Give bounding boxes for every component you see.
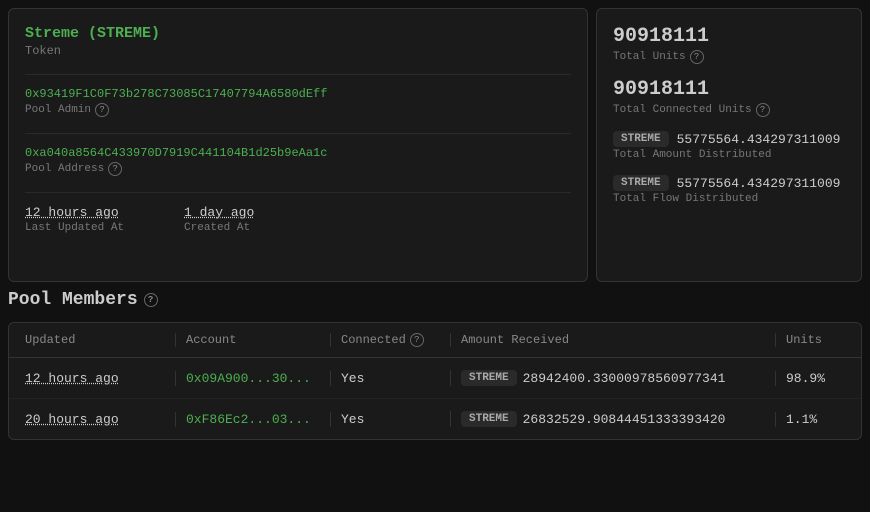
row1-account[interactable]: 0x09A900...30... (175, 371, 330, 386)
pool-admin-label: Pool Admin ? (25, 103, 571, 117)
token-name: Streme (STREME) (25, 25, 571, 42)
pool-members-table: Updated Account Connected ? Amount Recei… (8, 322, 862, 440)
right-stats-panel: 90918111 Total Units ? 90918111 Total Co… (596, 8, 862, 282)
total-amount-distributed-block: STREME 55775564.434297311009 Total Amoun… (613, 131, 845, 161)
total-flow-label: Total Flow Distributed (613, 193, 845, 205)
table-header: Updated Account Connected ? Amount Recei… (9, 323, 861, 358)
row1-units: 98.9% (775, 371, 845, 386)
table-row: 20 hours ago 0xF86Ec2...03... Yes STREME… (9, 399, 861, 439)
pool-address-value: 0xa040a8564C433970D7919C441104B1d25b9eAa… (25, 146, 571, 160)
col-header-amount: Amount Received (450, 333, 775, 347)
total-connected-units-label: Total Connected Units ? (613, 103, 845, 117)
pool-address-block: 0xa040a8564C433970D7919C441104B1d25b9eAa… (25, 133, 571, 176)
last-updated-label: Last Updated At (25, 222, 124, 234)
total-flow-row: STREME 55775564.434297311009 (613, 175, 845, 191)
row1-connected: Yes (330, 371, 450, 386)
row1-amount: STREME 28942400.33000978560977341 (450, 370, 775, 386)
total-flow-distributed-block: STREME 55775564.434297311009 Total Flow … (613, 175, 845, 205)
last-updated-block: 12 hours ago Last Updated At (25, 205, 124, 234)
connected-help-icon[interactable]: ? (410, 333, 424, 347)
total-connected-units-value: 90918111 (613, 78, 845, 101)
row1-amount-value: 28942400.33000978560977341 (523, 371, 726, 386)
total-units-block: 90918111 Total Units ? (613, 25, 845, 64)
row2-connected: Yes (330, 412, 450, 427)
row2-units: 1.1% (775, 412, 845, 427)
total-amount-value: 55775564.434297311009 (677, 132, 841, 147)
total-amount-row: STREME 55775564.434297311009 (613, 131, 845, 147)
pool-admin-value: 0x93419F1C0F73b278C73085C17407794A6580dE… (25, 87, 571, 101)
col-header-updated: Updated (25, 333, 175, 347)
total-units-value: 90918111 (613, 25, 845, 48)
row2-account[interactable]: 0xF86Ec2...03... (175, 412, 330, 427)
last-updated-value: 12 hours ago (25, 205, 124, 220)
row1-updated[interactable]: 12 hours ago (25, 371, 175, 386)
row1-badge: STREME (461, 370, 517, 386)
total-connected-units-block: 90918111 Total Connected Units ? (613, 78, 845, 117)
row2-badge: STREME (461, 411, 517, 427)
table-row: 12 hours ago 0x09A900...30... Yes STREME… (9, 358, 861, 399)
total-units-label: Total Units ? (613, 50, 845, 64)
pool-members-section: Pool Members ? Updated Account Connected… (0, 290, 870, 448)
total-connected-units-help-icon[interactable]: ? (756, 103, 770, 117)
created-at-label: Created At (184, 222, 254, 234)
pool-members-title: Pool Members ? (8, 290, 862, 310)
pool-admin-block: 0x93419F1C0F73b278C73085C17407794A6580dE… (25, 74, 571, 117)
total-amount-badge: STREME (613, 131, 669, 147)
left-info-panel: Streme (STREME) Token 0x93419F1C0F73b278… (8, 8, 588, 282)
pool-address-help-icon[interactable]: ? (108, 162, 122, 176)
row2-updated[interactable]: 20 hours ago (25, 412, 175, 427)
total-amount-label: Total Amount Distributed (613, 149, 845, 161)
total-flow-badge: STREME (613, 175, 669, 191)
col-header-account: Account (175, 333, 330, 347)
created-at-block: 1 day ago Created At (184, 205, 254, 234)
token-label: Token (25, 44, 571, 58)
col-header-connected: Connected ? (330, 333, 450, 347)
pool-members-help-icon[interactable]: ? (144, 293, 158, 307)
col-header-units: Units (775, 333, 845, 347)
total-flow-value: 55775564.434297311009 (677, 176, 841, 191)
row2-amount-value: 26832529.90844451333393420 (523, 412, 726, 427)
pool-address-label: Pool Address ? (25, 162, 571, 176)
pool-admin-help-icon[interactable]: ? (95, 103, 109, 117)
total-units-help-icon[interactable]: ? (690, 50, 704, 64)
created-at-value: 1 day ago (184, 205, 254, 220)
row2-amount: STREME 26832529.90844451333393420 (450, 411, 775, 427)
time-row: 12 hours ago Last Updated At 1 day ago C… (25, 192, 571, 234)
